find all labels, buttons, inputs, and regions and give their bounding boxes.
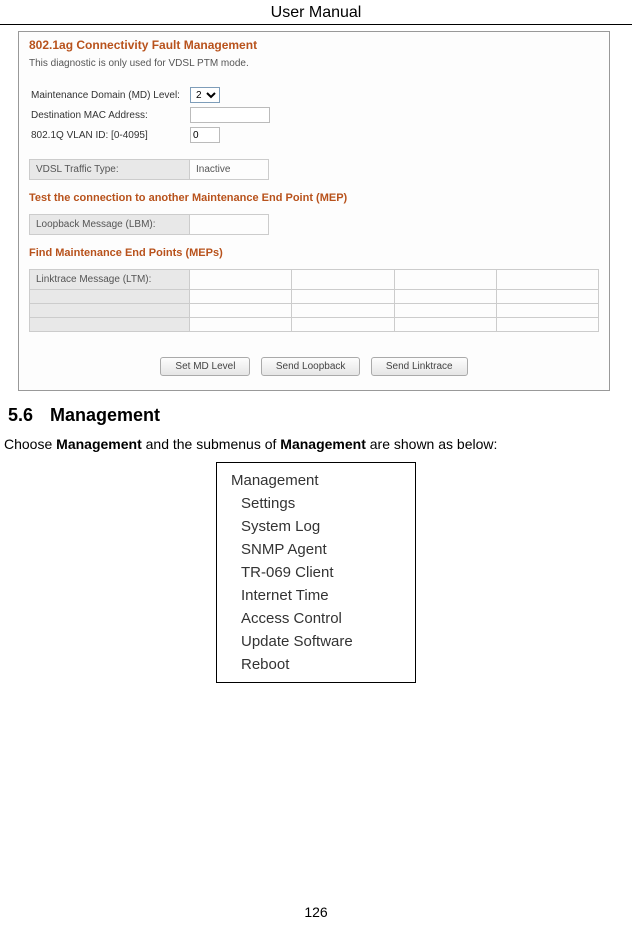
ltm-cell [496,290,598,304]
ltm-cell [292,304,394,318]
submenu-item: Access Control [231,607,405,630]
ltm-cell [496,304,598,318]
submenu-screenshot: Management Settings System Log SNMP Agen… [216,462,416,683]
ltm-cell [394,318,496,332]
test-section-label: Test the connection to another Maintenan… [29,192,599,204]
panel-title: 802.1ag Connectivity Fault Management [29,38,599,52]
ltm-cell [30,290,190,304]
lbm-value [190,215,269,235]
vdsl-type-table: VDSL Traffic Type: Inactive [29,159,269,180]
ltm-table: Linktrace Message (LTM): [29,269,599,332]
body-paragraph: Choose Management and the submenus of Ma… [4,436,628,452]
md-level-select[interactable]: 2 [190,87,220,103]
submenu-item: SNMP Agent [231,538,405,561]
md-level-label: Maintenance Domain (MD) Level: [29,85,188,105]
section-number: 5.6 [8,405,50,426]
section-title: Management [50,405,160,425]
ltm-cell [190,318,292,332]
vdsl-type-value: Inactive [190,160,269,180]
dest-mac-label: Destination MAC Address: [29,105,188,125]
vdsl-type-label: VDSL Traffic Type: [30,160,190,180]
ltm-cell [292,318,394,332]
form-fields: Maintenance Domain (MD) Level: 2 Destina… [29,85,272,145]
submenu-item: TR-069 Client [231,561,405,584]
page-number: 126 [0,904,632,920]
ltm-cell [190,290,292,304]
send-loopback-button[interactable]: Send Loopback [261,357,361,376]
find-section-label: Find Maintenance End Points (MEPs) [29,247,599,259]
submenu-item: System Log [231,515,405,538]
ltm-cell [30,318,190,332]
send-linktrace-button[interactable]: Send Linktrace [371,357,468,376]
ltm-cell [292,290,394,304]
button-row: Set MD Level Send Loopback Send Linktrac… [29,352,599,380]
ltm-cell [292,270,394,290]
ltm-cell [496,270,598,290]
ltm-cell [496,318,598,332]
ltm-cell [190,304,292,318]
config-panel-screenshot: 802.1ag Connectivity Fault Management Th… [18,31,610,391]
ltm-cell [394,304,496,318]
submenu-item: Internet Time [231,584,405,607]
submenu-title: Management [231,469,405,492]
submenu-item: Update Software [231,630,405,653]
submenu-item: Settings [231,492,405,515]
dest-mac-input[interactable] [190,107,270,123]
ltm-cell [30,304,190,318]
ltm-cell [394,290,496,304]
set-md-level-button[interactable]: Set MD Level [160,357,250,376]
panel-note: This diagnostic is only used for VDSL PT… [29,58,599,69]
vlan-input[interactable] [190,127,220,143]
ltm-cell [190,270,292,290]
section-heading: 5.6Management [8,405,624,426]
ltm-label: Linktrace Message (LTM): [30,270,190,290]
lbm-table: Loopback Message (LBM): [29,214,269,235]
page-header: User Manual [0,0,632,25]
vlan-label: 802.1Q VLAN ID: [0-4095] [29,125,188,145]
lbm-label: Loopback Message (LBM): [30,215,190,235]
submenu-item: Reboot [231,653,405,676]
ltm-cell [394,270,496,290]
